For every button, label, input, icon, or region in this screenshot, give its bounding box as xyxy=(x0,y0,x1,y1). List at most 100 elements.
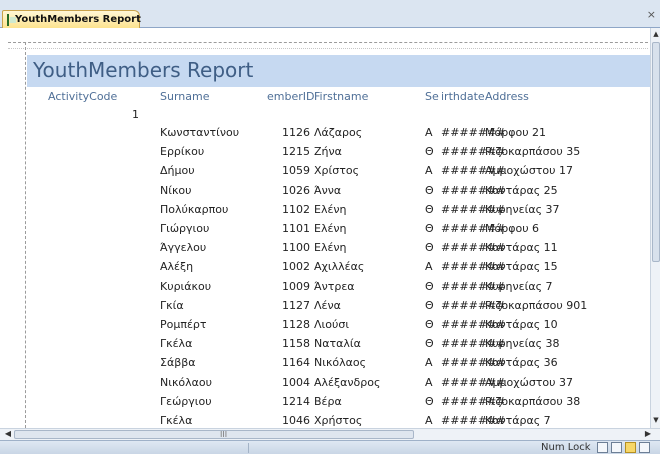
cell-sex: Θ xyxy=(425,279,434,293)
cell-address: Κυρηνείας 7 xyxy=(485,279,553,293)
cell-sex: Θ xyxy=(425,183,434,197)
header-activitycode: ActivityCode xyxy=(48,90,118,103)
cell-firstname: Άννα xyxy=(314,183,342,197)
status-bar: Num Lock xyxy=(0,440,660,454)
cell-address: Ριζοκαρπάσου 901 xyxy=(485,298,588,312)
print-preview-view-icon[interactable] xyxy=(597,442,608,453)
cell-firstname: Χρίστος xyxy=(314,164,360,178)
cell-sex: Θ xyxy=(425,394,434,408)
scroll-right-arrow-icon[interactable]: ▶ xyxy=(642,429,654,440)
cell-memberid: 1164 xyxy=(282,356,310,370)
cell-memberid: 1004 xyxy=(282,375,310,389)
cell-address: Κυρηνείας 37 xyxy=(485,202,560,216)
scroll-down-arrow-icon[interactable]: ▼ xyxy=(652,416,660,426)
cell-surname: Αλέξη xyxy=(160,260,194,274)
cell-memberid: 1059 xyxy=(282,164,310,178)
cell-firstname: Ναταλία xyxy=(314,337,361,351)
table-row: Νικόλαου 1004 Αλέξανδρος Α ####### Αμμοχώστου… xyxy=(0,374,650,392)
cell-sex: Α xyxy=(425,375,433,389)
document-tab-strip: YouthMembers Report × xyxy=(0,0,660,28)
cell-sex: Α xyxy=(425,260,433,274)
table-row: Κωνσταντίνου 1126 Λάζαρος Α ####### Μόρφου 21 xyxy=(0,124,650,142)
cell-firstname: Βέρα xyxy=(314,394,342,408)
cell-memberid: 1002 xyxy=(282,260,310,274)
cell-surname: Σάββα xyxy=(160,356,196,370)
cell-memberid: 1101 xyxy=(282,222,310,235)
tab-youthmembers-report[interactable]: YouthMembers Report xyxy=(2,10,141,28)
table-row: Γκέλα 1046 Χρήστος Α ####### Καντάρας 7 xyxy=(0,412,650,428)
header-memberid: emberID xyxy=(267,90,315,103)
report-view-icon[interactable] xyxy=(625,442,636,453)
cell-firstname: Χρήστος xyxy=(314,414,363,427)
cell-memberid: 1102 xyxy=(282,202,310,216)
horizontal-scrollbar[interactable]: ◀ III ▶ xyxy=(0,428,660,440)
cell-surname: Ερρίκου xyxy=(160,145,205,159)
scroll-left-arrow-icon[interactable]: ◀ xyxy=(2,429,14,440)
cell-address: Καντάρας 11 xyxy=(485,241,558,255)
table-row: Σάββα 1164 Νικόλαος Α ####### Καντάρας 36 xyxy=(0,354,650,372)
report-canvas: YouthMembers Report ActivityCode Surname… xyxy=(0,28,650,428)
cell-address: Κυρηνείας 38 xyxy=(485,337,560,351)
page-margin-guide-inner xyxy=(8,48,648,49)
cell-surname: Γεώργιου xyxy=(160,394,212,408)
close-icon[interactable]: × xyxy=(647,8,656,21)
cell-address: Αμμοχώστου 37 xyxy=(485,375,573,389)
layout-view-icon[interactable] xyxy=(611,442,622,453)
tab-label: YouthMembers Report xyxy=(15,14,141,25)
table-row: Κυριάκου 1009 Άντρεα Θ ####### Κυρηνείας 7 xyxy=(0,278,650,296)
report-header-band: YouthMembers Report xyxy=(27,55,650,87)
num-lock-indicator: Num Lock xyxy=(541,442,591,453)
cell-address: Ριζοκαρπάσου 35 xyxy=(485,145,581,159)
cell-memberid: 1126 xyxy=(282,126,310,139)
header-birthdate: irthdate xyxy=(441,90,485,103)
scroll-up-arrow-icon[interactable]: ▲ xyxy=(652,30,660,40)
table-row: Νίκου 1026 Άννα Θ ####### Καντάρας 25 xyxy=(0,182,650,200)
cell-firstname: Λάζαρος xyxy=(314,126,363,139)
cell-memberid: 1100 xyxy=(282,241,310,255)
cell-memberid: 1026 xyxy=(282,183,310,197)
header-sex: Se xyxy=(425,90,439,103)
table-row: Γεώργιου 1214 Βέρα Θ ####### Ριζοκαρπάσου 38 xyxy=(0,393,650,411)
cell-address: Αμμοχώστου 17 xyxy=(485,164,573,178)
vertical-scrollbar[interactable]: ▲ ▼ xyxy=(650,28,660,428)
vertical-scroll-thumb[interactable] xyxy=(652,42,660,262)
cell-surname: Νικόλαου xyxy=(160,375,213,389)
cell-surname: Δήμου xyxy=(160,164,195,178)
header-firstname: Firstname xyxy=(314,90,369,103)
cell-firstname: Ελένη xyxy=(314,241,347,255)
cell-address: Μόρφου 21 xyxy=(485,126,547,139)
cell-sex: Α xyxy=(425,126,433,139)
design-view-icon[interactable] xyxy=(639,442,650,453)
cell-address: Καντάρας 7 xyxy=(485,414,551,427)
table-row: Γκέλα 1158 Ναταλία Θ ####### Κυρηνείας 38 xyxy=(0,335,650,353)
cell-address: Καντάρας 25 xyxy=(485,183,558,197)
table-row: Αλέξη 1002 Αχιλλέας Α ####### Καντάρας 15 xyxy=(0,258,650,276)
cell-memberid: 1128 xyxy=(282,318,310,331)
cell-sex: Θ xyxy=(425,298,434,312)
cell-surname: Πολύκαρπου xyxy=(160,202,229,216)
table-row: Γιώργιου 1101 Ελένη Θ ####### Μόρφου 6 xyxy=(0,220,650,238)
cell-firstname: Αλέξανδρος xyxy=(314,375,381,389)
cell-sex: Θ xyxy=(425,222,434,235)
table-row: Ρομπέρτ 1128 Λιούσι Θ ####### Καντάρας 10 xyxy=(0,316,650,334)
cell-sex: Α xyxy=(425,414,433,427)
group-activitycode-value: 1 xyxy=(132,108,139,121)
cell-memberid: 1214 xyxy=(282,394,310,408)
scroll-grip: III xyxy=(220,430,228,439)
table-row: Ερρίκου 1215 Ζήνα Θ ####### Ριζοκαρπάσου 35 xyxy=(0,143,650,161)
report-title: YouthMembers Report xyxy=(33,58,254,82)
table-row: Γκία 1127 Λένα Θ ####### Ριζοκαρπάσου 901 xyxy=(0,297,650,315)
cell-sex: Α xyxy=(425,164,433,178)
table-row: Άγγελου 1100 Ελένη Θ ####### Καντάρας 11 xyxy=(0,239,650,257)
header-surname: Surname xyxy=(160,90,210,103)
table-row: Δήμου 1059 Χρίστος Α ####### Αμμοχώστου 17 xyxy=(0,162,650,180)
cell-memberid: 1215 xyxy=(282,145,310,159)
horizontal-scroll-thumb[interactable]: III xyxy=(14,430,414,439)
cell-sex: Α xyxy=(425,356,433,370)
cell-surname: Ρομπέρτ xyxy=(160,318,207,331)
cell-firstname: Άντρεα xyxy=(314,279,355,293)
cell-sex: Θ xyxy=(425,241,434,255)
cell-sex: Θ xyxy=(425,337,434,351)
cell-surname: Νίκου xyxy=(160,183,192,197)
cell-sex: Θ xyxy=(425,202,434,216)
